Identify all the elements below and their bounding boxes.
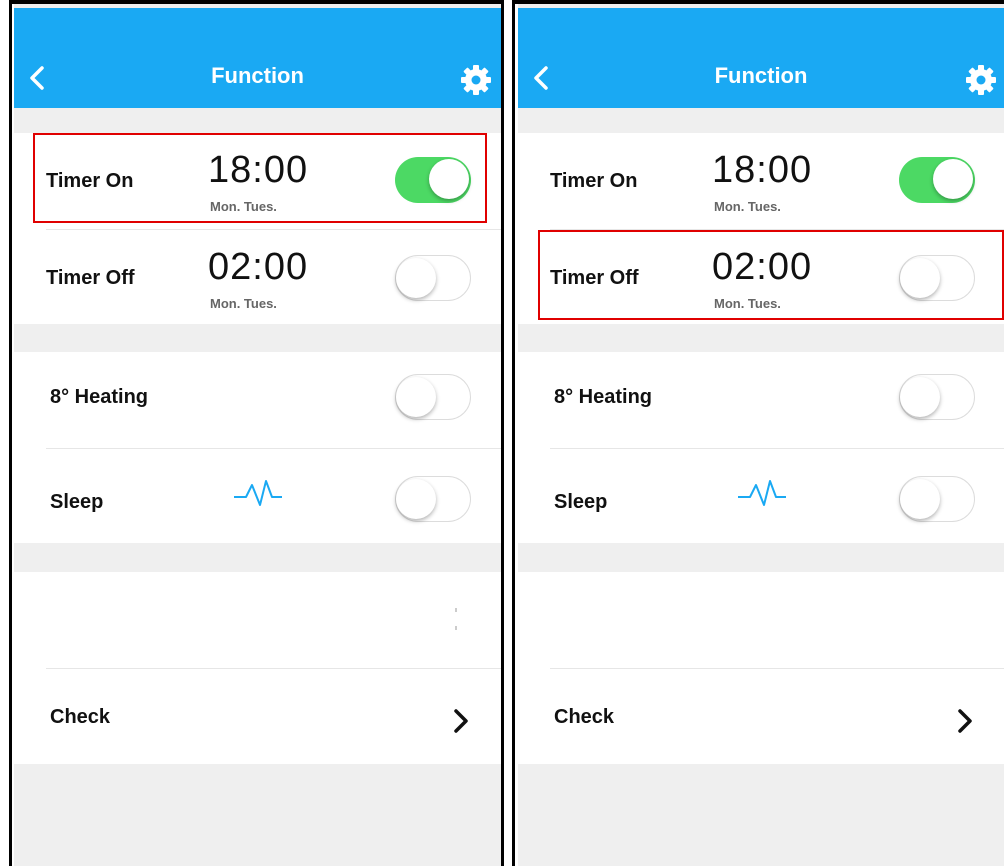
frame-border-left [9,0,12,866]
sleep-toggle[interactable] [899,476,975,522]
mode-section: 8° Heating Sleep [14,352,501,543]
sleep-row[interactable]: Sleep [518,449,1004,543]
timer-off-label: Timer Off [46,267,135,289]
sleep-label: Sleep [554,491,608,513]
heating-toggle[interactable] [899,374,975,420]
highlight-box [538,230,1004,320]
highlight-box [33,133,487,223]
misc-section: Check [518,572,1004,764]
timer-off-toggle[interactable] [395,255,471,301]
page-title: Function [211,63,304,88]
timer-off-days: Mon. Tues. [210,296,277,311]
timer-off-time[interactable]: 02:00 [208,246,308,289]
sleep-row[interactable]: Sleep [14,449,501,543]
heating-label: 8° Heating [50,386,149,408]
heating-row[interactable]: 8° Heating [14,352,501,447]
timer-on-row[interactable]: Timer On 18:00 Mon. Tues. [518,133,1004,228]
misc-section: Check [14,572,501,764]
page-title: Function [714,63,808,88]
heating-label: 8° Heating [554,386,653,408]
check-row[interactable]: Check [14,669,501,764]
check-label: Check [554,706,615,728]
pulse-icon [738,480,786,506]
pulse-icon [234,480,282,506]
header-bar: Function [518,8,1004,108]
check-row[interactable]: Check [518,669,1004,764]
heating-row[interactable]: 8° Heating [518,352,1004,447]
indicator-marks [455,608,457,630]
timer-on-days: Mon. Tues. [714,199,781,214]
timer-on-toggle[interactable] [899,157,975,203]
phone-screen-left: Function Timer On 18:00 Mon. Tues. Timer… [14,4,501,866]
header-bar: Function [14,8,501,108]
frame-border-middle-a [501,0,504,866]
timer-section: Timer On 18:00 Mon. Tues. Timer Off 02:0… [518,133,1004,324]
frame-border-middle-b [512,0,515,866]
check-label: Check [50,706,111,728]
phone-screen-right: Function Timer On 18:00 Mon. Tues. Timer… [518,4,1004,866]
chevron-right-icon[interactable] [450,707,472,735]
gear-icon[interactable] [963,62,999,98]
mode-section: 8° Heating Sleep [518,352,1004,543]
timer-on-label: Timer On [550,170,638,192]
sleep-label: Sleep [50,491,104,513]
chevron-right-icon[interactable] [954,707,976,735]
heating-toggle[interactable] [395,374,471,420]
sleep-toggle[interactable] [395,476,471,522]
timer-on-time[interactable]: 18:00 [712,149,812,192]
timer-off-row[interactable]: Timer Off 02:00 Mon. Tues. [14,230,501,324]
gear-icon[interactable] [458,62,494,98]
timer-section: Timer On 18:00 Mon. Tues. Timer Off 02:0… [14,133,501,324]
